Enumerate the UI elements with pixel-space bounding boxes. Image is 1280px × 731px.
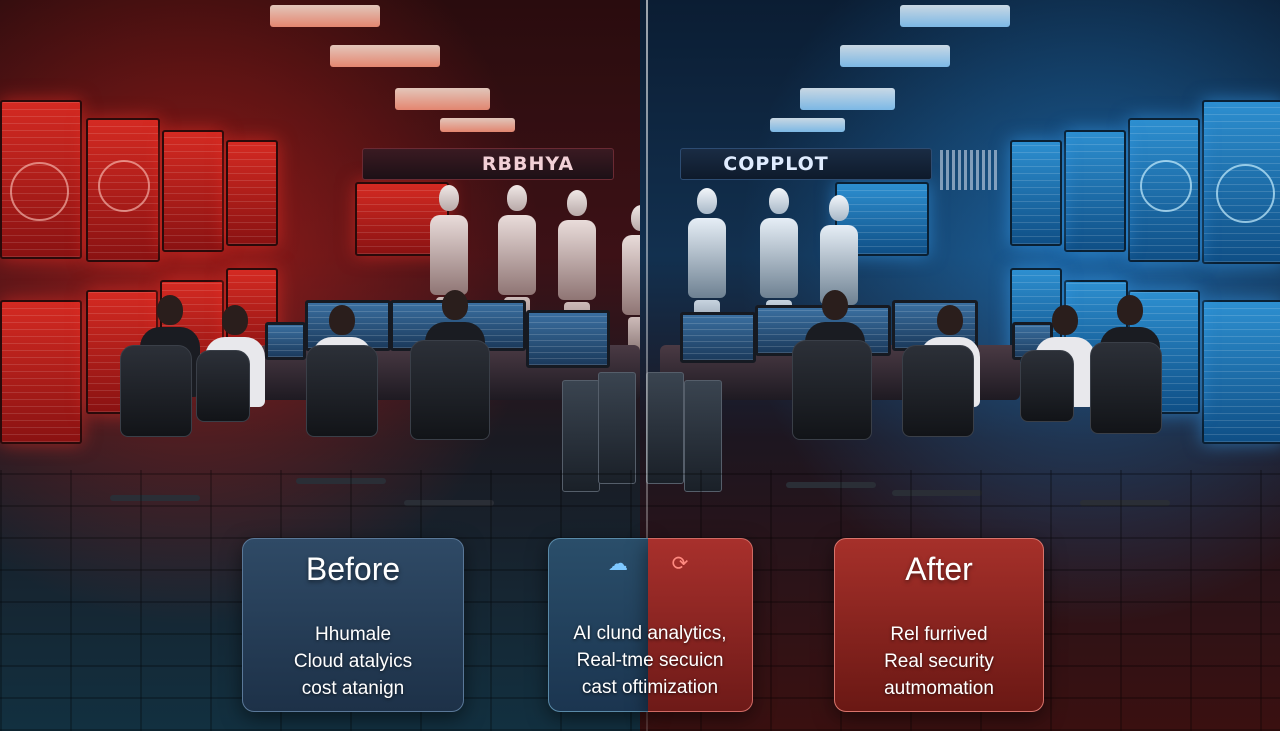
radar-graphic <box>1140 160 1192 212</box>
cycle-arrows-icon: ⟳ <box>671 553 689 575</box>
ceiling-light <box>395 88 490 110</box>
after-title: After <box>905 551 973 587</box>
ceiling-light <box>770 118 845 132</box>
wall-screen <box>1202 300 1280 444</box>
office-chair <box>1020 350 1074 422</box>
before-line: cost atanign <box>301 678 405 699</box>
office-chair <box>1090 342 1162 434</box>
sign-decoration <box>940 150 998 190</box>
office-chair <box>306 345 378 437</box>
middle-line: cast oftimization <box>581 677 719 698</box>
wall-screen <box>0 300 82 444</box>
wall-screen <box>1202 100 1280 264</box>
after-lines: Rel furrived Real security autmomation <box>835 621 1043 702</box>
after-line: Rel furrived <box>890 624 988 645</box>
radar-graphic <box>1216 164 1275 223</box>
left-sign-text: RBBHYA <box>481 153 575 175</box>
ceiling-light <box>840 45 950 67</box>
middle-line: Real-tme secuicn <box>576 650 724 671</box>
radar-graphic <box>10 162 69 221</box>
middle-lines: AI clund analytics, Real-tme secuicn cas… <box>548 620 752 701</box>
desk-monitor <box>680 312 756 363</box>
after-card: After Rel furrived Real security autmoma… <box>834 538 1044 712</box>
ceiling-light <box>800 88 895 110</box>
before-card: Before Hhumale Cloud atalyics cost atani… <box>242 538 464 712</box>
wall-screen <box>226 140 278 246</box>
wall-screen <box>1010 140 1062 246</box>
ceiling-light <box>440 118 515 132</box>
office-chair <box>792 340 872 440</box>
after-line: Real security <box>884 651 994 672</box>
middle-line: AI clund analytics, <box>573 623 727 644</box>
office-chair <box>120 345 192 437</box>
control-room-scene: RBBHYA COPPLOT Before Hhumale Cloud atal… <box>0 0 1280 731</box>
desk-monitor <box>526 310 610 368</box>
before-line: Hhumale <box>314 624 392 645</box>
server-rack <box>646 372 684 484</box>
office-chair <box>196 350 250 422</box>
radar-graphic <box>98 160 150 212</box>
after-line: autmomation <box>884 678 994 699</box>
office-chair <box>902 345 974 437</box>
before-line: Cloud atalyics <box>293 651 413 672</box>
before-lines: Hhumale Cloud atalyics cost atanign <box>243 621 463 702</box>
wall-screen <box>0 100 82 259</box>
ceiling-light <box>270 5 380 27</box>
desk-monitor <box>265 322 306 360</box>
right-room-sign: COPPLOT <box>680 148 932 180</box>
server-rack <box>598 372 636 484</box>
cloud-icon: ☁ <box>608 553 628 575</box>
office-chair <box>410 340 490 440</box>
right-sign-text: COPPLOT <box>723 153 829 175</box>
left-room-sign: RBBHYA <box>362 148 614 180</box>
wall-screen <box>162 130 224 252</box>
before-title: Before <box>305 551 401 587</box>
wall-screen <box>86 118 160 262</box>
ceiling-light <box>330 45 440 67</box>
wall-screen <box>1128 118 1200 262</box>
ceiling-light <box>900 5 1010 27</box>
wall-screen <box>1064 130 1126 252</box>
